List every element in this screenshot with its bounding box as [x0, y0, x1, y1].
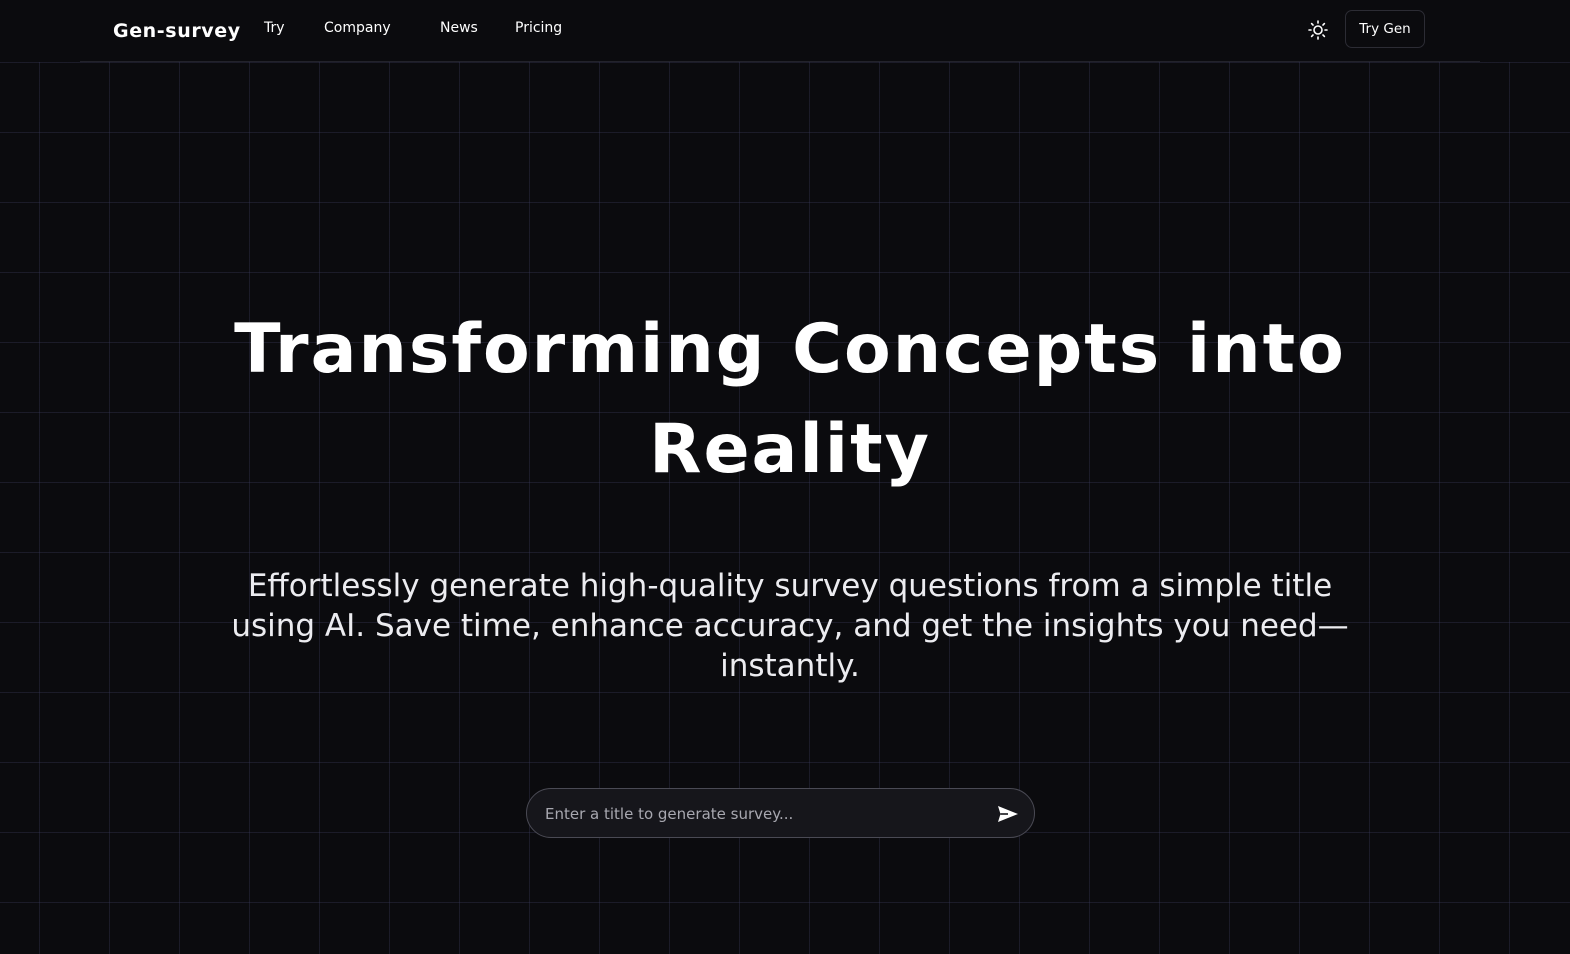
hero-title: Transforming Concepts into Reality	[185, 300, 1395, 500]
landing-page: Gen-survey Try Company News Pricing Try …	[0, 0, 1570, 954]
hero-title-line2: Reality	[649, 410, 931, 489]
hero-subtitle: Effortlessly generate high-quality surve…	[231, 568, 1349, 684]
send-button[interactable]	[995, 801, 1021, 827]
nav-link-try[interactable]: Try	[264, 20, 285, 36]
sun-icon	[1308, 20, 1328, 40]
navbar-divider	[80, 61, 1480, 62]
nav-link-pricing[interactable]: Pricing	[515, 20, 562, 36]
send-icon	[998, 806, 1018, 822]
nav-link-news[interactable]: News	[440, 20, 478, 36]
survey-title-input[interactable]	[543, 789, 987, 839]
hero-title-line1: Transforming Concepts into	[234, 310, 1346, 389]
survey-title-search-bar	[526, 788, 1035, 839]
theme-toggle-button[interactable]	[1307, 19, 1329, 41]
try-gen-button[interactable]: Try Gen	[1345, 10, 1425, 48]
navbar: Gen-survey Try Company News Pricing Try …	[0, 0, 1570, 62]
nav-link-company[interactable]: Company	[324, 20, 391, 36]
brand-logo[interactable]: Gen-survey	[113, 20, 241, 42]
